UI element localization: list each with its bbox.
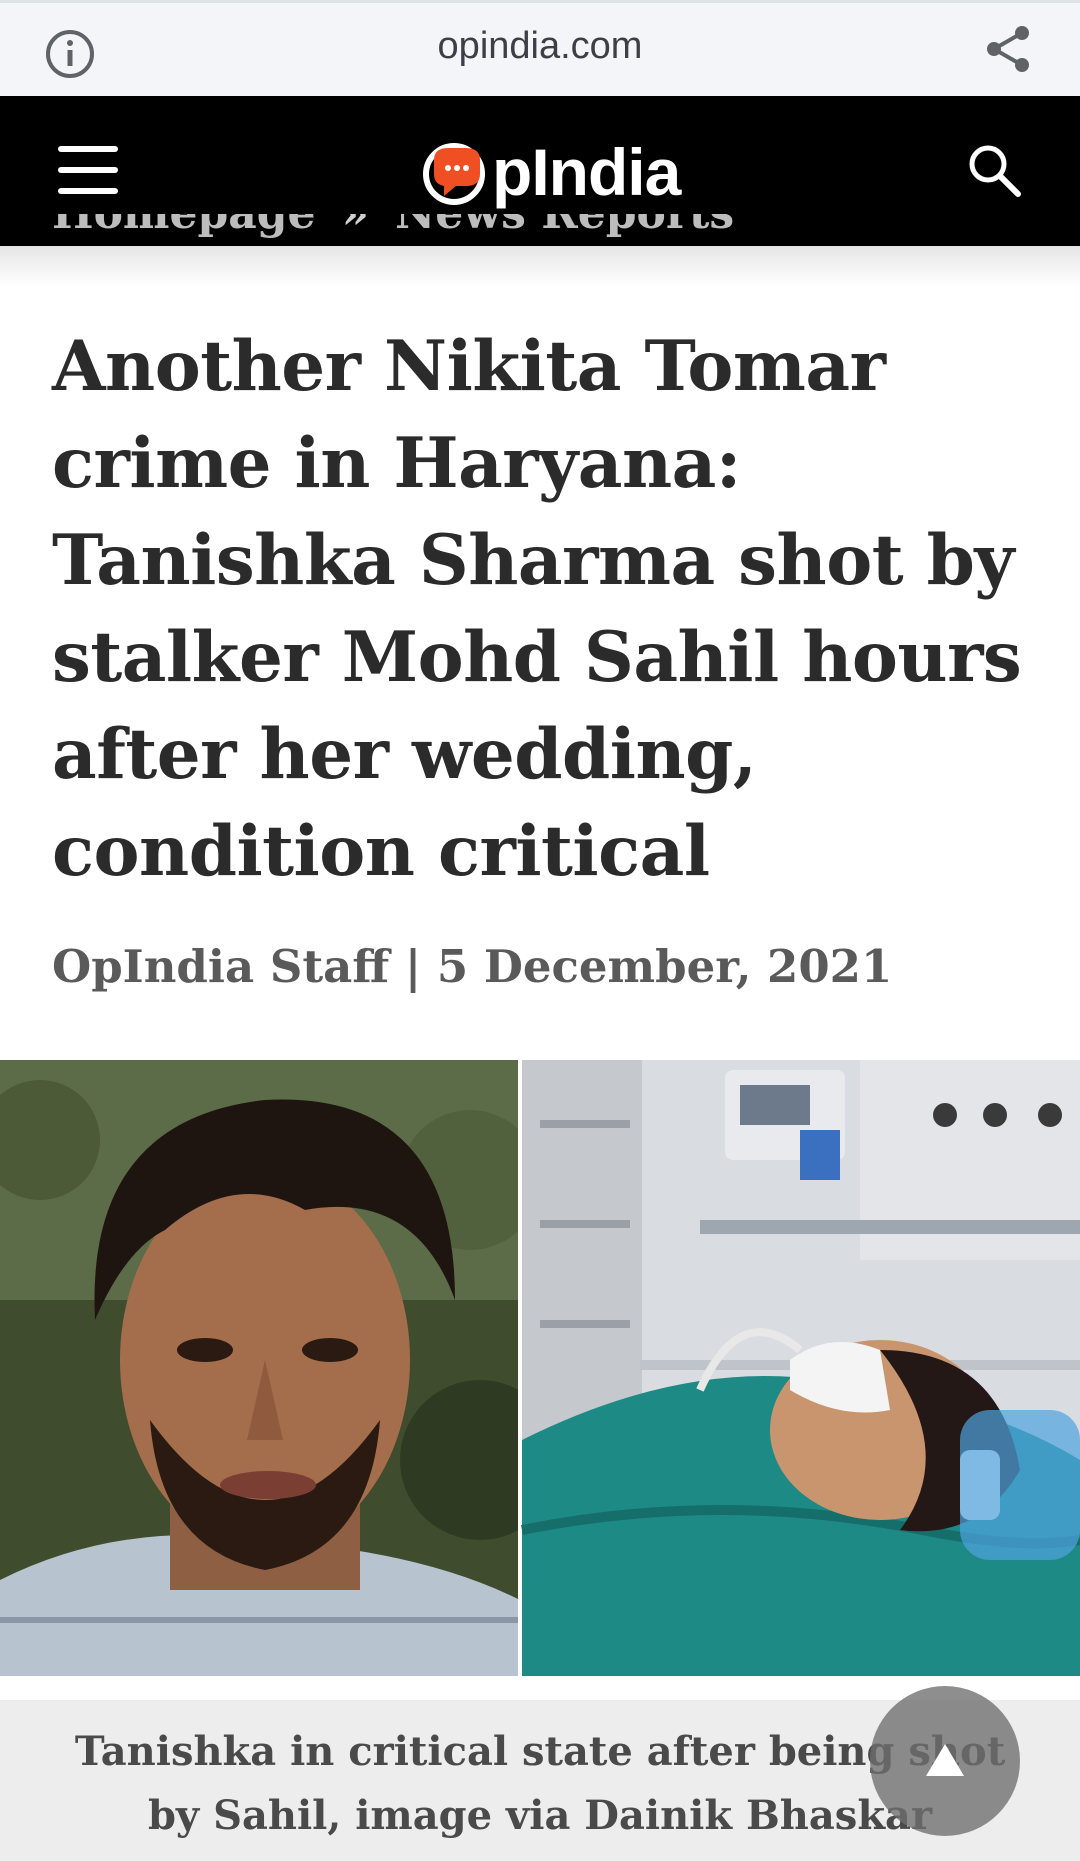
featured-image bbox=[0, 1060, 1080, 1676]
browser-url-bar: opindia.com bbox=[0, 0, 1080, 96]
header-shadow bbox=[0, 246, 1080, 286]
breadcrumb-news-reports[interactable]: News Reports bbox=[395, 214, 734, 239]
site-logo[interactable]: pIndia bbox=[420, 130, 700, 214]
arrow-up-icon bbox=[926, 1744, 964, 1776]
photo-left bbox=[0, 1060, 560, 1676]
breadcrumb-separator: » bbox=[342, 214, 370, 239]
hamburger-menu-icon[interactable] bbox=[58, 144, 120, 196]
search-icon[interactable] bbox=[966, 142, 1022, 198]
breadcrumb-homepage[interactable]: Homepage bbox=[52, 214, 316, 239]
article-title: Another Nikita Tomar crime in Haryana: T… bbox=[52, 326, 1022, 892]
url-domain[interactable]: opindia.com bbox=[0, 25, 1080, 68]
scroll-to-top-button[interactable] bbox=[870, 1686, 1020, 1836]
photo-right bbox=[521, 1060, 1080, 1676]
logo-chat-bubble-icon bbox=[423, 143, 485, 205]
share-icon[interactable] bbox=[980, 21, 1036, 77]
article-byline: OpIndia Staff | 5 December, 2021 bbox=[52, 940, 893, 993]
logo-text: pIndia bbox=[492, 135, 681, 209]
